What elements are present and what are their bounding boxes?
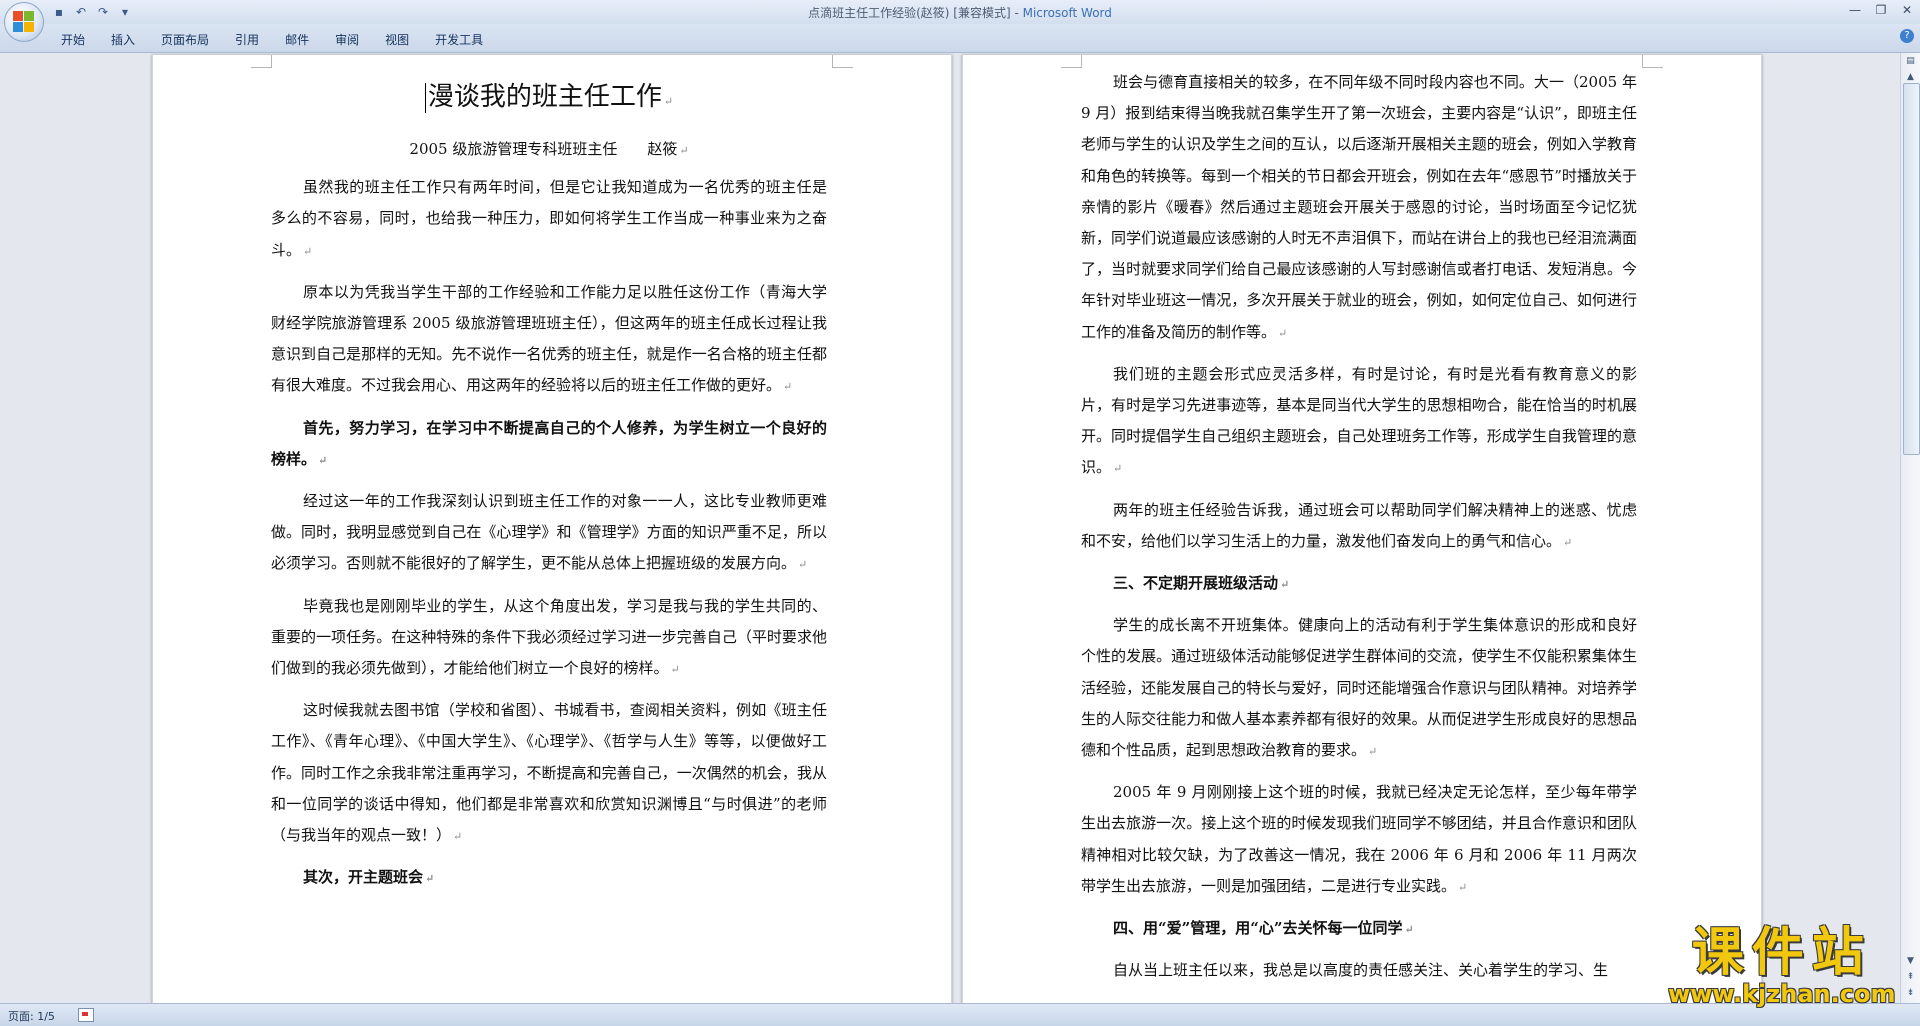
paragraph: 2005 年 9 月刚刚接上这个班的时候，我就已经决定无论怎样，至少每年带学生出… [1081,783,1637,895]
watermark-chinese-text: 课件站 [1691,923,1872,983]
document-page-2[interactable]: 班会与德育直接相关的较多，在不同年级不同时段内容也不同。大一（2005 年 9 … [962,55,1762,1003]
page-content[interactable]: 漫谈我的班主任工作 ↵ 2005 级旅游管理专科班班主任 赵筱 ↵ 虽然我的班主任工… [271,63,827,904]
title-separator: - [1010,6,1023,20]
ribbon-tabs: 开始 插入 页面布局 引用 邮件 审阅 视图 开发工具 [48,29,496,50]
status-bar: 页面: 1/5 [0,1003,1920,1026]
scrollbar-thumb[interactable] [1903,83,1920,455]
page-corner-mark [251,55,272,68]
tab-view[interactable]: 视图 [372,29,422,50]
paragraph: 经过这一年的工作我深刻认识到班主任工作的对象一一人，这比专业教师更难做。同时，我… [271,492,827,573]
app-name: Microsoft Word [1022,6,1112,20]
help-icon[interactable]: ? [1900,29,1914,43]
section-heading: 四、用“爱”管理，用“心”去关怀每一位同学 ↵ [1113,919,1414,938]
watermark-url: www.kjzhan.com [1668,980,1896,1008]
tab-references[interactable]: 引用 [222,29,272,50]
page-corner-mark [832,55,853,68]
tab-mailings[interactable]: 邮件 [272,29,322,50]
tab-developer[interactable]: 开发工具 [422,29,496,50]
ruler-toggle-icon[interactable]: ▤ [1902,53,1919,69]
paragraph: 虽然我的班主任工作只有两年时间，但是它让我知道成为一名优秀的班主任是多么的不容易… [271,178,827,259]
tab-home[interactable]: 开始 [48,29,98,50]
office-button[interactable] [4,2,44,42]
site-watermark-logo: 课件站 www.kjzhan.com [1668,925,1895,1007]
page-content[interactable]: 班会与德育直接相关的较多，在不同年级不同时段内容也不同。大一（2005 年 9 … [1081,67,1637,996]
close-icon[interactable]: ✕ [1894,0,1920,20]
previous-page-icon[interactable]: ⇞ [1902,969,1919,985]
document-page-1[interactable]: 漫谈我的班主任工作 ↵ 2005 级旅游管理专科班班主任 赵筱 ↵ 虽然我的班主任工… [152,55,952,1003]
vertical-scrollbar[interactable]: ▤ ▲ ▼ ⇞ ⇟ [1900,53,1920,1003]
restore-icon[interactable]: ❐ [1868,0,1894,20]
paragraph: 自从当上班主任以来，我总是以高度的责任感关注、关心着学生的学习、生 [1113,961,1609,980]
ribbon-tab-bar: 开始 插入 页面布局 引用 邮件 审阅 视图 开发工具 ? [0,24,1920,53]
paragraph: 班会与德育直接相关的较多，在不同年级不同时段内容也不同。大一（2005 年 9 … [1081,73,1637,341]
tab-page-layout[interactable]: 页面布局 [148,29,222,50]
tab-review[interactable]: 审阅 [322,29,372,50]
document-subtitle: 2005 级旅游管理专科班班主任 赵筱 ↵ [409,140,689,158]
page-corner-mark [1061,55,1082,68]
document-title: 点滴班主任工作经验(赵筱) [兼容模式] [808,6,1011,20]
paragraph: 我们班的主题会形式应灵活多样，有时是讨论，有时是光看有教育意义的影片，有时是学习… [1081,364,1637,477]
next-page-icon[interactable]: ⇟ [1902,985,1919,1001]
page-count-status[interactable]: 页面: 1/5 [8,1008,55,1024]
text-cursor [424,83,426,113]
minimize-icon[interactable]: — [1842,0,1868,20]
section-heading: 首先，努力学习，在学习中不断提高自己的个人修养，为学生树立一个良好的榜样。 ↵ [271,418,827,468]
page-corner-mark [1642,55,1663,68]
document-heading: 漫谈我的班主任工作 ↵ [271,77,827,122]
section-heading: 三、不定期开展班级活动 ↵ [1113,574,1290,593]
title-bar: ▪ ↶ ↷ ▾ 点滴班主任工作经验(赵筱) [兼容模式] - Microsoft… [0,0,1920,25]
paragraph: 毕竟我也是刚刚毕业的学生，从这个角度出发，学习是我与我的学生共同的、重要的一项任… [271,596,827,678]
document-workspace: 漫谈我的班主任工作 ↵ 2005 级旅游管理专科班班主任 赵筱 ↵ 虽然我的班主任工… [0,53,1900,1003]
office-logo-icon [13,11,35,33]
paragraph: 原本以为凭我当学生干部的工作经验和工作能力足以胜任这份工作（青海大学财经学院旅游… [271,282,827,395]
proofing-icon[interactable] [78,1008,94,1022]
window-controls: — ❐ ✕ [1842,0,1920,20]
scroll-down-icon[interactable]: ▼ [1902,953,1919,969]
section-heading: 其次，开主题班会 ↵ [303,868,435,887]
window-title: 点滴班主任工作经验(赵筱) [兼容模式] - Microsoft Word [0,4,1920,21]
tab-insert[interactable]: 插入 [98,29,148,50]
paragraph: 这时候我就去图书馆（学校和省图）、书城看书，查阅相关资料，例如《班主任工作》、《… [271,701,827,845]
paragraph: 两年的班主任经验告诉我，通过班会可以帮助同学们解决精神上的迷惑、忧虑和不安，给他… [1081,500,1637,550]
paragraph: 学生的成长离不开班集体。健康向上的活动有利于学生集体意识的形成和良好个性的发展。… [1081,616,1637,760]
